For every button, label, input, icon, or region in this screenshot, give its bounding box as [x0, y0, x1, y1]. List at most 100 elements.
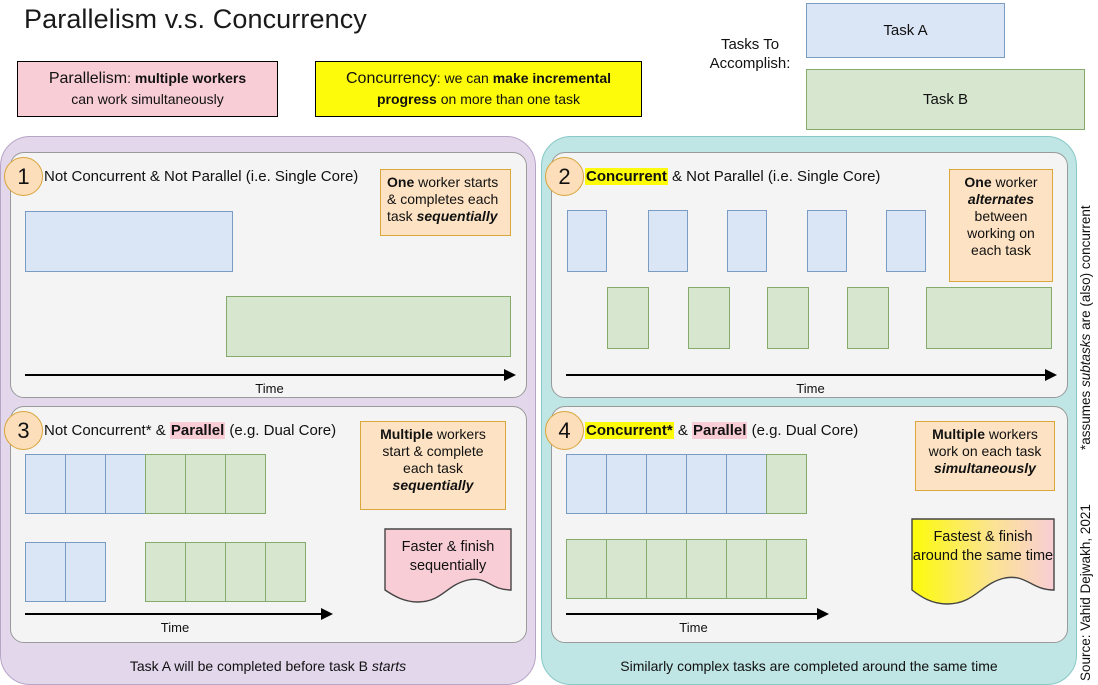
q2-task-b-slice: [688, 287, 730, 349]
q1-task-b-bar: [226, 296, 511, 357]
q3-w2-task-b-cell: [265, 542, 306, 602]
q3-head-text-1: Not Concurrent* &: [44, 422, 170, 439]
q2-note-mid2: between working on each task: [967, 208, 1035, 259]
q4-w2-task-b-cell: [686, 539, 727, 599]
task-b-label: Task B: [922, 91, 968, 108]
q2-task-b-slice: [767, 287, 809, 349]
q4-w2-task-b-cell: [646, 539, 687, 599]
group-left-caption-pre: Task A will be completed before task B: [129, 658, 372, 674]
quadrant-2-badge: 2: [545, 157, 584, 196]
q2-task-b-slice: [926, 287, 1052, 349]
q4-w1-task-a-cell: [606, 454, 647, 514]
source-credit: Source: Vahid Dejwakh, 2021: [1078, 504, 1093, 681]
q2-head-highlight: Concurrent: [585, 168, 668, 185]
q4-w2-task-b-cell: [566, 539, 607, 599]
quadrant-4-badge: 4: [545, 411, 584, 450]
parallelism-term: Parallelism: [48, 70, 128, 87]
footnote-pre: *assumes: [1078, 386, 1093, 450]
q4-w1-task-b-cell: [766, 454, 807, 514]
quadrant-2-heading: Concurrent & Not Parallel (i.e. Single C…: [585, 168, 880, 185]
q1-note-em: sequentially: [416, 208, 498, 225]
q1-time-arrow-icon: [504, 369, 516, 381]
concurrency-term: Concurrency: [345, 70, 437, 87]
q3-time-axis: [25, 613, 325, 616]
q2-head-text: & Not Parallel (i.e. Single Core): [667, 168, 881, 185]
q3-time-label: Time: [160, 620, 190, 635]
quadrant-3-badge: 3: [4, 411, 43, 450]
concurrency-rest: on more than one task: [436, 90, 581, 107]
q4-w1-task-a-cell: [726, 454, 767, 514]
q4-head-amp: &: [673, 422, 693, 439]
footnote-em: subtasks: [1078, 333, 1093, 387]
q2-note-mid1: worker: [991, 174, 1038, 190]
q3-time-arrow-icon: [321, 608, 333, 620]
task-a-box: Task A: [806, 3, 1005, 58]
q3-note-em: sequentially: [392, 477, 474, 494]
q3-w1-task-a-cell: [25, 454, 66, 514]
q4-time-arrow-icon: [817, 608, 829, 620]
quadrant-1-badge: 1: [4, 157, 43, 196]
task-b-box: Task B: [806, 69, 1085, 130]
q1-head-text: Not Concurrent & Not Parallel (i.e. Sing…: [44, 168, 359, 185]
q2-task-b-slice: [607, 287, 649, 349]
q2-task-a-slice: [886, 210, 926, 272]
q2-task-b-slice: [847, 287, 889, 349]
q3-banner-text: Faster & finish sequentially: [401, 539, 495, 574]
quadrant-3-banner: Faster & finish sequentially: [384, 528, 512, 603]
q1-task-a-bar: [25, 211, 233, 272]
group-right-caption: Similarly complex tasks are completed ar…: [620, 658, 998, 674]
group-left-caption: Task A will be completed before task B s…: [1, 658, 535, 674]
quadrant-1-note: One worker starts & completes each task …: [380, 169, 511, 236]
quadrant-4-heading: Concurrent* & Parallel (e.g. Dual Core): [585, 422, 858, 439]
quadrant-3-heading: Not Concurrent* & Parallel (e.g. Dual Co…: [44, 422, 336, 439]
quadrant-4-banner: Fastest & finish around the same time: [911, 518, 1055, 606]
q4-head-highlight-pink: Parallel: [692, 422, 748, 439]
q3-note-bold: Multiple: [380, 426, 433, 442]
q3-head-text-2: (e.g. Dual Core): [225, 422, 337, 439]
q3-w2-task-a-cell: [25, 542, 66, 602]
quadrant-4-note: Multiple workers work on each task simul…: [915, 421, 1055, 491]
q4-banner-text: Fastest & finish around the same time: [912, 529, 1054, 564]
definition-parallelism: Parallelism: multiple workers can work s…: [17, 61, 278, 117]
parallelism-sep: :: [127, 70, 135, 86]
footnote-post: are (also) concurrent: [1078, 205, 1093, 334]
q4-w2-task-b-cell: [606, 539, 647, 599]
q2-note-bold: One: [964, 174, 992, 190]
q4-head-text-2: (e.g. Dual Core): [747, 422, 859, 439]
quadrant-3-note: Multiple workers start & complete each t…: [360, 421, 506, 510]
footnote-subtasks: *assumes subtasks are (also) concurrent: [1078, 205, 1093, 450]
q1-note-bold: One: [387, 174, 415, 190]
definition-concurrency: Concurrency: we can make incremental pro…: [315, 61, 642, 117]
task-a-label: Task A: [883, 22, 928, 39]
q4-w2-task-b-cell: [726, 539, 767, 599]
q4-w1-task-a-cell: [686, 454, 727, 514]
q4-time-axis: [566, 613, 821, 616]
page-title: Parallelism v.s. Concurrency: [24, 4, 367, 34]
q3-w2-task-b-cell: [145, 542, 186, 602]
q3-w1-task-b-cell: [145, 454, 186, 514]
q2-task-a-slice: [567, 210, 607, 272]
q1-time-axis: [25, 374, 508, 377]
q3-w1-task-a-cell: [105, 454, 146, 514]
q1-time-label: Time: [255, 381, 284, 396]
q3-w2-task-b-cell: [185, 542, 226, 602]
q2-time-arrow-icon: [1045, 369, 1057, 381]
q2-time-label: Time: [796, 381, 825, 396]
q4-note-bold: Multiple: [932, 426, 985, 442]
q4-w2-task-b-cell: [766, 539, 807, 599]
q2-time-axis: [566, 374, 1049, 377]
q3-w2-task-b-cell: [225, 542, 266, 602]
q4-w1-task-a-cell: [566, 454, 607, 514]
quadrant-2-note: One worker alternates between working on…: [949, 169, 1053, 282]
q3-w1-task-b-cell: [225, 454, 266, 514]
parallelism-rest: can work simultaneously: [71, 90, 224, 107]
tasks-to-accomplish-label: Tasks To Accomplish:: [709, 36, 791, 72]
q3-w2-task-a-cell: [65, 542, 106, 602]
quadrant-1-heading: Not Concurrent & Not Parallel (i.e. Sing…: [44, 168, 358, 185]
q2-task-a-slice: [648, 210, 688, 272]
q3-w1-task-a-cell: [65, 454, 106, 514]
concurrency-pre: we can: [444, 70, 493, 86]
q3-head-highlight: Parallel: [169, 422, 226, 439]
q2-task-a-slice: [727, 210, 767, 272]
q2-note-em: alternates: [967, 191, 1035, 208]
